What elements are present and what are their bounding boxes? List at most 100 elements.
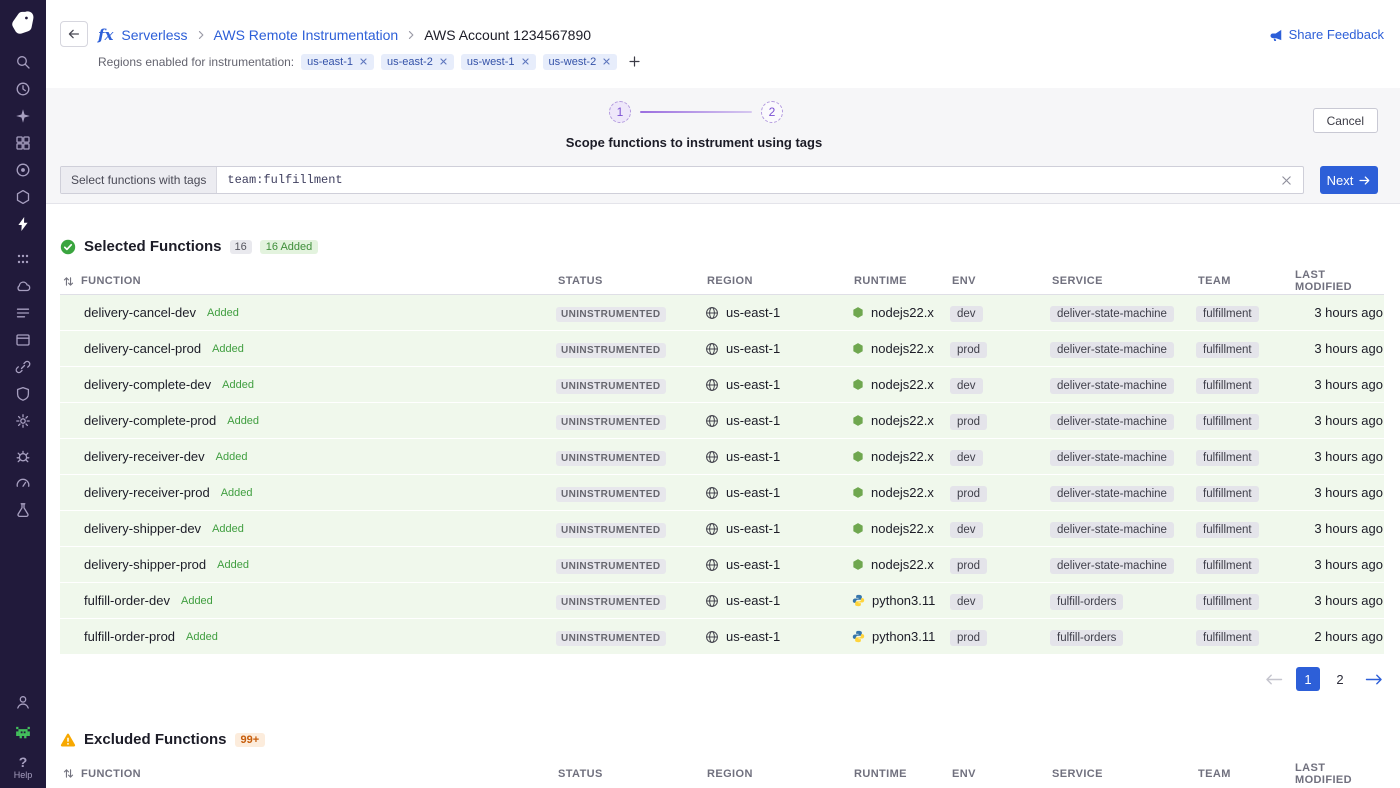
- status-cell: UNINSTRUMENTED: [556, 556, 705, 574]
- synthetics-icon[interactable]: [15, 358, 32, 375]
- sidebar-help[interactable]: ? Help: [14, 755, 33, 780]
- remove-region-icon[interactable]: [521, 57, 530, 66]
- next-page-button[interactable]: [1364, 672, 1384, 687]
- function-row[interactable]: delivery-shipper-prodAddedUNINSTRUMENTED…: [60, 547, 1384, 583]
- region-chip[interactable]: us-east-1: [301, 54, 374, 70]
- column-header-last-modified[interactable]: LAST MODIFIED: [1293, 762, 1384, 786]
- column-label: RUNTIME: [854, 275, 907, 287]
- column-header-function[interactable]: FUNCTION: [60, 275, 556, 288]
- runtime-cell: nodejs22.x: [852, 341, 950, 356]
- column-header-function[interactable]: FUNCTION: [60, 767, 556, 780]
- service-catalog-icon[interactable]: [15, 412, 32, 429]
- column-header-env[interactable]: ENV: [950, 275, 1050, 287]
- dashboards-icon[interactable]: [15, 134, 32, 151]
- added-label: Added: [216, 451, 248, 463]
- column-header-env[interactable]: ENV: [950, 768, 1050, 780]
- infrastructure-icon[interactable]: [15, 250, 32, 267]
- recents-icon[interactable]: [15, 80, 32, 97]
- node-icon: [852, 486, 864, 499]
- excluded-count-badge: 99+: [235, 733, 266, 747]
- wizard-panel: Cancel 1 2 Scope functions to instrument…: [46, 88, 1400, 204]
- step-1-indicator[interactable]: 1: [609, 101, 631, 123]
- filter-label: Select functions with tags: [61, 167, 217, 193]
- clear-filter-icon[interactable]: [1269, 167, 1303, 193]
- added-label: Added: [212, 343, 244, 355]
- sidebar-bottom: ? Help: [14, 693, 33, 780]
- breadcrumb-serverless[interactable]: Serverless: [121, 27, 187, 43]
- share-feedback-button[interactable]: Share Feedback: [1269, 27, 1384, 42]
- next-button[interactable]: Next: [1320, 166, 1378, 194]
- remove-region-icon[interactable]: [439, 57, 448, 66]
- column-header-team[interactable]: TEAM: [1196, 768, 1293, 780]
- function-row[interactable]: delivery-receiver-prodAddedUNINSTRUMENTE…: [60, 475, 1384, 511]
- runtime-value: nodejs22.x: [871, 557, 934, 572]
- remove-region-icon[interactable]: [602, 57, 611, 66]
- column-label: FUNCTION: [81, 768, 141, 780]
- function-row[interactable]: delivery-receiver-devAddedUNINSTRUMENTED…: [60, 439, 1384, 475]
- column-header-last-modified[interactable]: LAST MODIFIED: [1293, 269, 1384, 293]
- serverless-icon[interactable]: [15, 215, 32, 232]
- region-value: us-east-1: [726, 341, 780, 356]
- profiling-icon[interactable]: [15, 501, 32, 518]
- ci-visibility-icon[interactable]: [15, 474, 32, 491]
- column-header-status[interactable]: STATUS: [556, 768, 705, 780]
- page-button-1[interactable]: 1: [1296, 667, 1320, 691]
- sort-icon[interactable]: [62, 275, 75, 288]
- ai-assistant-icon[interactable]: [15, 107, 32, 124]
- cloud-icon[interactable]: [15, 277, 32, 294]
- security-icon[interactable]: [15, 385, 32, 402]
- region-chip[interactable]: us-west-1: [461, 54, 536, 70]
- datadog-logo[interactable]: [8, 7, 38, 37]
- column-header-team[interactable]: TEAM: [1196, 275, 1293, 287]
- organization-icon[interactable]: [14, 693, 31, 710]
- column-header-service[interactable]: SERVICE: [1050, 768, 1196, 780]
- column-header-region[interactable]: REGION: [705, 275, 852, 287]
- region-chip[interactable]: us-east-2: [381, 54, 454, 70]
- function-row[interactable]: fulfill-order-prodAddedUNINSTRUMENTEDus-…: [60, 619, 1384, 655]
- column-label: STATUS: [558, 275, 603, 287]
- logs-icon[interactable]: [15, 304, 32, 321]
- wizard-title: Scope functions to instrument using tags: [46, 135, 1400, 150]
- sort-icon[interactable]: [62, 767, 75, 780]
- function-row[interactable]: delivery-cancel-devAddedUNINSTRUMENTEDus…: [60, 295, 1384, 331]
- function-row[interactable]: fulfill-order-devAddedUNINSTRUMENTEDus-e…: [60, 583, 1384, 619]
- breadcrumb-remote-instrumentation[interactable]: AWS Remote Instrumentation: [214, 27, 399, 43]
- region-chip[interactable]: us-west-2: [543, 54, 618, 70]
- function-row[interactable]: delivery-shipper-devAddedUNINSTRUMENTEDu…: [60, 511, 1384, 547]
- service-cell: deliver-state-machine: [1050, 340, 1196, 358]
- remove-region-icon[interactable]: [359, 57, 368, 66]
- region-value: us-east-1: [726, 377, 780, 392]
- function-name: delivery-cancel-dev: [84, 305, 196, 320]
- topbar: fx Serverless AWS Remote Instrumentation…: [46, 0, 1400, 88]
- back-button[interactable]: [60, 21, 88, 47]
- rum-icon[interactable]: [15, 331, 32, 348]
- function-name: delivery-complete-dev: [84, 377, 211, 392]
- add-region-button[interactable]: [626, 53, 643, 70]
- column-header-region[interactable]: REGION: [705, 768, 852, 780]
- step-2-indicator[interactable]: 2: [761, 101, 783, 123]
- page-button-2[interactable]: 2: [1328, 667, 1352, 691]
- tag-filter-input[interactable]: [217, 167, 1269, 193]
- function-row[interactable]: delivery-cancel-prodAddedUNINSTRUMENTEDu…: [60, 331, 1384, 367]
- bits-ai-icon[interactable]: [14, 723, 31, 740]
- env-cell: prod: [950, 412, 1050, 430]
- error-tracking-icon[interactable]: [15, 447, 32, 464]
- node-icon: [852, 342, 864, 355]
- region-chip-label: us-west-2: [549, 56, 597, 68]
- cancel-button[interactable]: Cancel: [1313, 108, 1378, 133]
- integrations-icon[interactable]: [15, 188, 32, 205]
- column-label: ENV: [952, 768, 976, 780]
- column-header-status[interactable]: STATUS: [556, 275, 705, 287]
- share-feedback-label: Share Feedback: [1289, 27, 1384, 42]
- column-label: ENV: [952, 275, 976, 287]
- watchdog-icon[interactable]: [15, 161, 32, 178]
- prev-page-button[interactable]: [1264, 672, 1284, 687]
- function-row[interactable]: delivery-complete-devAddedUNINSTRUMENTED…: [60, 367, 1384, 403]
- globe-icon: [705, 558, 719, 572]
- search-icon[interactable]: [15, 53, 32, 70]
- column-header-runtime[interactable]: RUNTIME: [852, 275, 950, 287]
- function-row[interactable]: delivery-complete-prodAddedUNINSTRUMENTE…: [60, 403, 1384, 439]
- selected-functions-header: Selected Functions 16 16 Added: [60, 238, 1384, 255]
- column-header-runtime[interactable]: RUNTIME: [852, 768, 950, 780]
- column-header-service[interactable]: SERVICE: [1050, 275, 1196, 287]
